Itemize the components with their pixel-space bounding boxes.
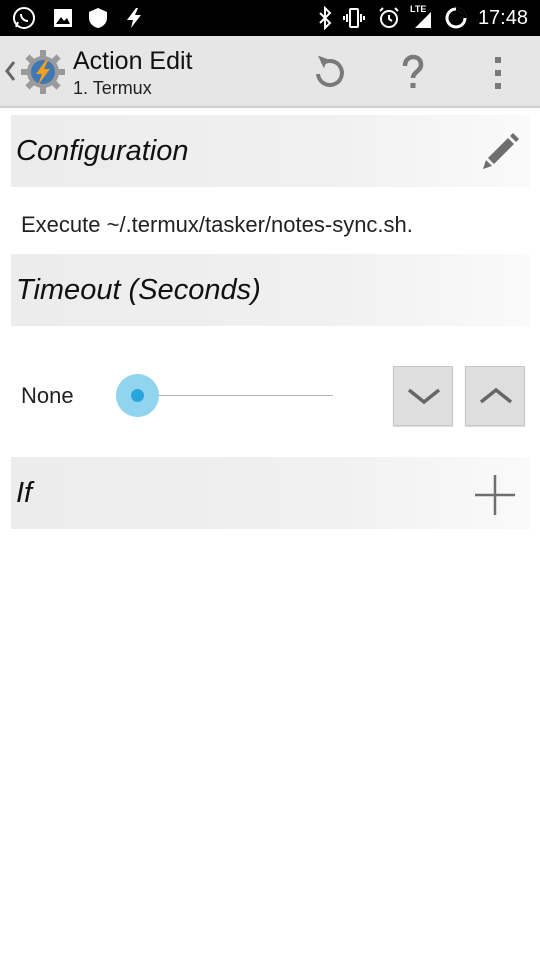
timeout-header: Timeout (Seconds) bbox=[16, 274, 261, 306]
signal-icon bbox=[415, 12, 431, 28]
configuration-header: Configuration bbox=[16, 135, 189, 167]
whatsapp-icon bbox=[13, 7, 35, 29]
image-icon bbox=[54, 9, 72, 27]
decrement-button[interactable] bbox=[393, 366, 453, 426]
status-bar: LTE 17:48 bbox=[0, 0, 540, 36]
timeout-value-label: None bbox=[21, 383, 74, 408]
chevron-up-icon bbox=[479, 387, 513, 404]
configuration-section: Configuration bbox=[11, 115, 530, 187]
tasker-logo-icon[interactable] bbox=[18, 47, 68, 97]
add-condition-icon[interactable] bbox=[473, 473, 517, 517]
configuration-description: Execute ~/.termux/tasker/notes-sync.sh. bbox=[21, 212, 413, 237]
timeout-slider-track[interactable] bbox=[138, 395, 333, 396]
if-section: If bbox=[11, 457, 530, 529]
screen-title: Action Edit bbox=[73, 47, 193, 75]
back-chevron-icon[interactable] bbox=[3, 56, 17, 86]
shield-icon bbox=[89, 8, 107, 28]
bluetooth-icon bbox=[319, 6, 332, 30]
screen-subtitle: 1. Termux bbox=[73, 78, 152, 98]
if-header: If bbox=[16, 477, 33, 509]
reset-icon[interactable] bbox=[308, 51, 352, 95]
vibrate-icon bbox=[343, 8, 365, 28]
flash-icon bbox=[127, 8, 141, 28]
edit-pencil-icon[interactable] bbox=[478, 128, 524, 174]
timeout-slider-thumb[interactable] bbox=[131, 389, 144, 402]
overflow-menu-icon[interactable] bbox=[476, 51, 520, 95]
alarm-icon bbox=[379, 7, 399, 28]
battery-icon bbox=[445, 7, 467, 29]
chevron-down-icon bbox=[407, 388, 441, 405]
help-icon[interactable] bbox=[391, 51, 435, 95]
clock: 17:48 bbox=[477, 7, 528, 29]
increment-button[interactable] bbox=[465, 366, 525, 426]
timeout-section: Timeout (Seconds) bbox=[11, 254, 530, 326]
action-bar: Action Edit 1. Termux bbox=[0, 36, 540, 108]
